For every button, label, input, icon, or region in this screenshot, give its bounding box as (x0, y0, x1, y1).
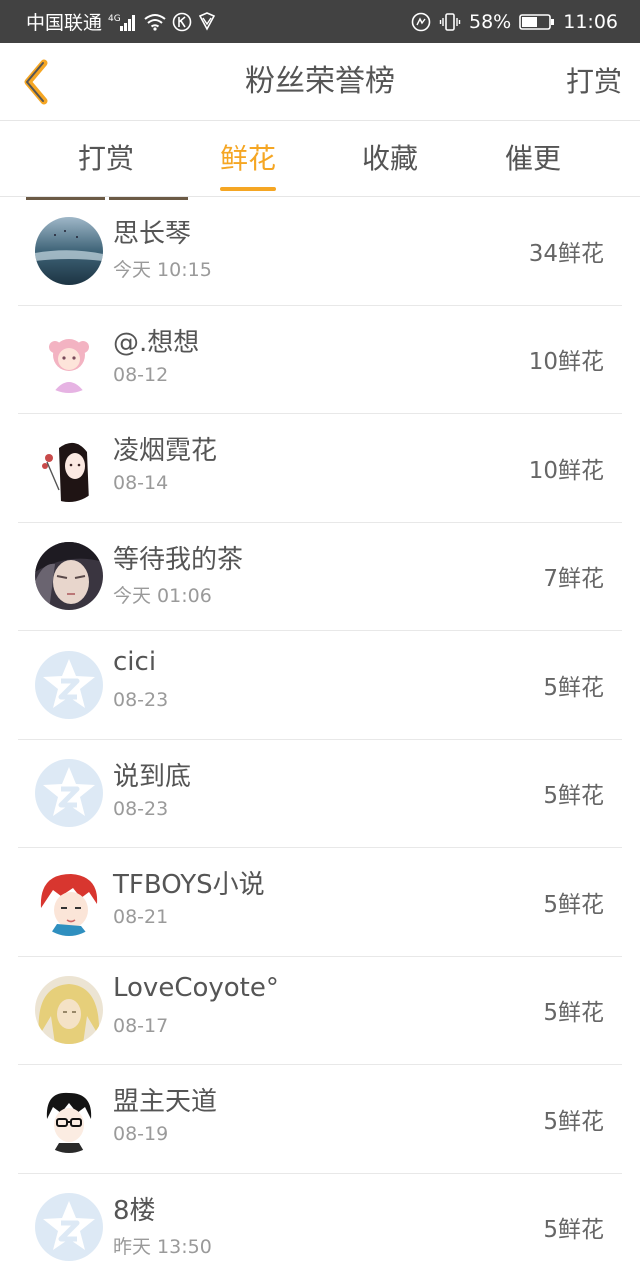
flower-count: 34鲜花 (528, 240, 604, 267)
fan-time: 08-17 (113, 1014, 169, 1037)
list-item[interactable]: @.想想 08-12 10鲜花 (18, 306, 622, 414)
avatar (35, 433, 103, 502)
fan-name: @.想想 (113, 327, 200, 358)
k-app-icon (172, 12, 192, 32)
signal-icon: 4G (108, 12, 138, 32)
avatar (35, 325, 103, 394)
tab-active-indicator (220, 187, 276, 191)
list-item[interactable]: 说到底 08-23 5鲜花 (18, 740, 622, 848)
tab-label: 催更 (504, 142, 561, 175)
tab-label: 打赏 (77, 142, 134, 175)
fan-time: 今天 10:15 (113, 259, 212, 281)
list-item[interactable]: 凌烟霓花 08-14 10鲜花 (18, 414, 622, 523)
reward-button[interactable]: 打赏 (566, 43, 622, 121)
flower-count: 5鲜花 (543, 1000, 604, 1027)
tab-update-request[interactable]: 催更 (473, 121, 593, 197)
avatar (35, 759, 103, 828)
fan-name: 思长琴 (113, 219, 192, 249)
battery-icon (519, 13, 555, 31)
flower-count: 10鲜花 (528, 349, 604, 376)
fan-time: 今天 01:06 (113, 584, 212, 607)
flower-count: 5鲜花 (543, 1217, 604, 1244)
network-type-label: 4G (108, 14, 121, 24)
chevron-left-icon (24, 59, 48, 105)
scrolled-row-edge (26, 197, 188, 200)
fan-name: 说到底 (113, 761, 192, 792)
fan-name: 等待我的茶 (113, 544, 244, 575)
list-item[interactable]: cici 08-23 5鲜花 (18, 631, 622, 740)
flower-count: 5鲜花 (543, 783, 604, 810)
list-item[interactable]: TFBOYS小说 08-21 5鲜花 (18, 848, 622, 957)
header: 粉丝荣誉榜 打赏 (0, 43, 640, 121)
list-item[interactable]: LoveCoyote° 08-17 5鲜花 (18, 957, 622, 1065)
avatar (35, 867, 103, 936)
fan-time: 昨天 13:50 (113, 1235, 212, 1258)
vibrate-icon (439, 12, 461, 32)
fan-time: 08-14 (113, 472, 169, 494)
avatar (35, 1193, 103, 1262)
fan-time: 08-23 (113, 689, 169, 711)
fan-time: 08-12 (113, 363, 169, 386)
fan-name: cici (113, 647, 157, 677)
fan-name: 盟主天道 (113, 1087, 218, 1117)
tab-collect[interactable]: 收藏 (330, 121, 450, 197)
flower-count: 5鲜花 (543, 1108, 604, 1135)
fan-time: 08-23 (113, 797, 169, 820)
flower-count: 7鲜花 (543, 566, 604, 593)
flower-count: 10鲜花 (528, 457, 604, 484)
carrier-label: 中国联通 (26, 12, 103, 34)
fan-time: 08-19 (113, 1123, 169, 1145)
back-button[interactable] (14, 57, 60, 107)
fan-name: TFBOYS小说 (113, 870, 265, 900)
clock: 11:06 (563, 10, 618, 33)
avatar (35, 650, 103, 719)
tab-bar: 打赏 鲜花 收藏 催更 (0, 121, 640, 197)
list-item[interactable]: 等待我的茶 今天 01:06 7鲜花 (18, 523, 622, 631)
avatar (35, 1084, 103, 1153)
avatar (35, 216, 103, 285)
page-title: 粉丝荣誉榜 (245, 64, 395, 99)
tab-reward[interactable]: 打赏 (46, 121, 166, 197)
avatar (35, 976, 103, 1045)
fan-time: 08-21 (113, 906, 169, 928)
fan-name: 8楼 (113, 1195, 156, 1226)
fan-list: 思长琴 今天 10:15 34鲜花 @.想想 08-12 10鲜花 凌烟霓花 0… (18, 197, 622, 1280)
data-saver-icon (411, 12, 431, 32)
flower-count: 5鲜花 (543, 674, 604, 701)
tab-label: 鲜花 (219, 142, 276, 175)
avatar (35, 542, 103, 611)
battery-percent: 58% (469, 10, 512, 33)
list-item[interactable]: 盟主天道 08-19 5鲜花 (18, 1065, 622, 1174)
status-bar: 中国联通 4G 58% 11:06 (0, 0, 640, 43)
wifi-icon (144, 13, 166, 31)
flower-count: 5鲜花 (543, 891, 604, 918)
list-item[interactable]: 思长琴 今天 10:15 34鲜花 (18, 197, 622, 306)
list-item[interactable]: 8楼 昨天 13:50 5鲜花 (18, 1174, 622, 1280)
shield-icon (198, 11, 216, 32)
fan-name: 凌烟霓花 (113, 436, 218, 466)
tab-flowers[interactable]: 鲜花 (188, 121, 308, 197)
fan-name: LoveCoyote° (113, 972, 279, 1003)
tab-label: 收藏 (361, 142, 418, 175)
